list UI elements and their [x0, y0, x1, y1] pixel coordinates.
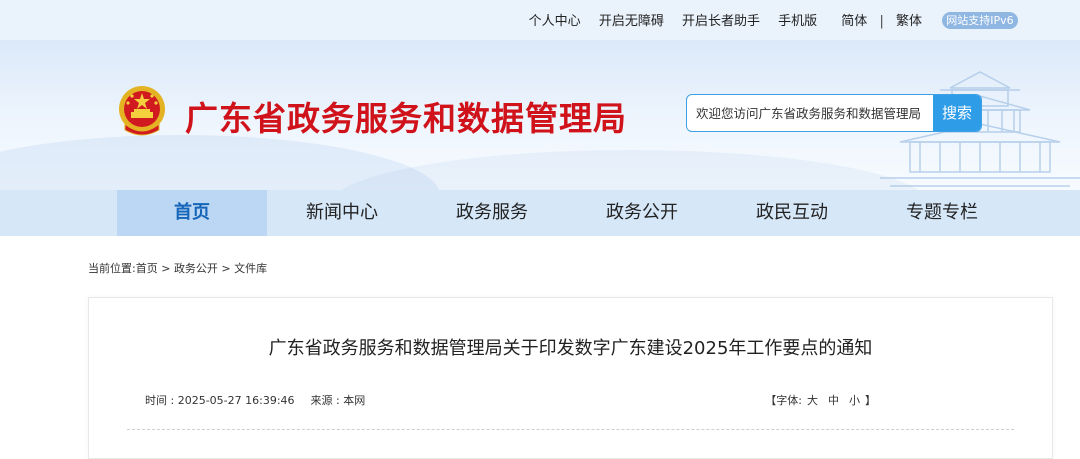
traditional-chinese-link[interactable]: 繁体: [896, 14, 922, 29]
simplified-chinese-link[interactable]: 简体: [841, 14, 867, 29]
ipv6-badge: 网站支持IPv6: [942, 12, 1018, 29]
breadcrumb-prefix: 当前位置:: [88, 262, 136, 275]
font-size-switcher: 【字体: 大中小】: [765, 392, 876, 408]
article-title: 广东省政务服务和数据管理局关于印发数字广东建设2025年工作要点的通知: [268, 338, 873, 359]
personal-center-link[interactable]: 个人中心: [529, 14, 581, 29]
meta-divider: [127, 429, 1014, 430]
nav-item-special-topics[interactable]: 专题专栏: [867, 190, 1017, 236]
article-meta: 时间 : 2025-05-27 16:39:46 来源 : 本网: [145, 392, 365, 408]
header-banner: 广东省政务服务和数据管理局 搜索: [0, 40, 1080, 190]
nav-item-public-interaction[interactable]: 政民互动: [717, 190, 867, 236]
breadcrumb-file-library-link[interactable]: 文件库: [234, 262, 267, 275]
nav-item-home[interactable]: 首页: [117, 190, 267, 236]
elder-assistant-link[interactable]: 开启长者助手: [682, 14, 760, 29]
accessibility-link[interactable]: 开启无障碍: [599, 14, 664, 29]
font-size-small-button[interactable]: 小: [849, 394, 860, 407]
font-size-label-close: 】: [865, 394, 876, 407]
article-source: 来源 : 本网: [310, 394, 366, 407]
breadcrumb-separator: >: [157, 262, 174, 275]
national-emblem-icon: [119, 86, 165, 136]
breadcrumb: 当前位置:首页 > 政务公开 > 文件库: [88, 260, 267, 276]
mobile-version-link[interactable]: 手机版: [778, 14, 817, 29]
site-title[interactable]: 广东省政务服务和数据管理局: [185, 92, 627, 140]
search-input[interactable]: [687, 95, 940, 131]
nav-item-news-center[interactable]: 新闻中心: [267, 190, 417, 236]
language-separator: |: [879, 14, 884, 29]
font-size-medium-button[interactable]: 中: [828, 394, 839, 407]
site-search: 搜索: [686, 94, 982, 132]
nav-item-government-services[interactable]: 政务服务: [417, 190, 567, 236]
article-card: 广东省政务服务和数据管理局关于印发数字广东建设2025年工作要点的通知 时间 :…: [88, 297, 1053, 459]
breadcrumb-home-link[interactable]: 首页: [136, 262, 158, 275]
font-size-large-button[interactable]: 大: [807, 394, 818, 407]
font-size-label-open: 【字体:: [765, 394, 802, 407]
decorative-hill: [330, 150, 930, 190]
breadcrumb-disclosure-link[interactable]: 政务公开: [174, 262, 218, 275]
nav-item-government-disclosure[interactable]: 政务公开: [567, 190, 717, 236]
main-nav: 首页 新闻中心 政务服务 政务公开 政民互动 专题专栏: [0, 190, 1080, 236]
top-links: 个人中心 开启无障碍 开启长者助手 手机版 简体 | 繁体: [515, 10, 922, 29]
publish-time: 时间 : 2025-05-27 16:39:46: [145, 394, 295, 407]
breadcrumb-separator: >: [217, 262, 235, 275]
search-button[interactable]: 搜索: [933, 95, 981, 131]
top-utility-bar: 个人中心 开启无障碍 开启长者助手 手机版 简体 | 繁体 网站支持IPv6: [0, 0, 1080, 40]
